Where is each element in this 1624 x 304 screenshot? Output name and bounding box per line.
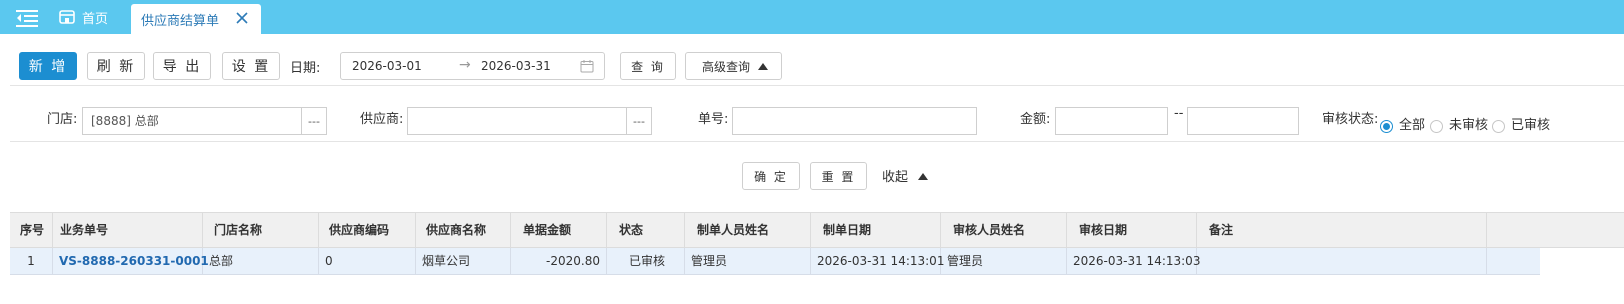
tab-home-label: 首页 xyxy=(82,11,109,27)
column-header[interactable]: 单据金额 xyxy=(511,213,607,248)
column-header[interactable]: 供应商名称 xyxy=(416,213,511,248)
caret-up-icon xyxy=(758,63,769,70)
audit-radio-all[interactable] xyxy=(1380,120,1393,133)
advanced-query-label: 高级查询 xyxy=(702,59,751,74)
confirm-button[interactable]: 确 定 xyxy=(742,162,800,190)
tab-home[interactable]: 首页 xyxy=(58,0,108,34)
audit-option-audited[interactable]: 已审核 xyxy=(1511,114,1550,133)
menu-collapse-icon[interactable] xyxy=(16,9,38,27)
supplier-picker-button[interactable]: --- xyxy=(627,107,652,135)
amount-label: 金额: xyxy=(1020,112,1051,127)
tab-active-label: 供应商结算单 xyxy=(141,13,220,29)
audit-option-unaudited[interactable]: 未审核 xyxy=(1449,114,1488,133)
cell-remark xyxy=(1197,248,1487,274)
column-header[interactable]: 审核日期 xyxy=(1067,213,1197,248)
cell-status: 已审核 xyxy=(607,248,685,274)
audit-radio-audited[interactable] xyxy=(1492,120,1505,133)
supplier-input[interactable] xyxy=(407,107,627,135)
order-no-input[interactable] xyxy=(732,107,977,135)
column-header[interactable]: 审核人员姓名 xyxy=(941,213,1067,248)
store-input[interactable]: [8888] 总部 xyxy=(82,107,302,135)
audit-option-all[interactable]: 全部 xyxy=(1399,114,1425,133)
column-header[interactable]: 状态 xyxy=(607,213,685,248)
amount-max-input[interactable] xyxy=(1187,107,1299,135)
cell-audit-date: 2026-03-31 14:13:03 xyxy=(1067,248,1200,274)
filter-actions: 确 定 重 置 收起 xyxy=(10,142,1624,212)
store-picker-button[interactable]: --- xyxy=(302,107,327,135)
toolbar: 新 增 刷 新 导 出 设 置 日期: 2026-03-01 → 2026-03… xyxy=(10,44,1624,86)
tab-bar: 首页 供应商结算单 xyxy=(0,0,1624,34)
audit-radio-unaudited[interactable] xyxy=(1430,120,1443,133)
cell-amount: -2020.80 xyxy=(511,248,607,274)
cell-supplier-code: 0 xyxy=(319,248,416,274)
column-header[interactable]: 制单日期 xyxy=(811,213,941,248)
order-no-label: 单号: xyxy=(698,112,729,127)
advanced-query-button[interactable]: 高级查询 xyxy=(685,52,782,80)
date-start[interactable]: 2026-03-01 xyxy=(352,59,422,73)
export-button[interactable]: 导 出 xyxy=(153,52,211,80)
cell-order-no[interactable]: VS-8888-260331-0001 xyxy=(53,248,209,274)
audit-status-label: 审核状态: xyxy=(1322,112,1379,127)
cell-auditor: 管理员 xyxy=(941,248,1067,274)
cell-created-date: 2026-03-31 14:13:01 xyxy=(811,248,944,274)
cell-supplier-name: 烟草公司 xyxy=(416,248,511,274)
settings-button[interactable]: 设 置 xyxy=(222,52,280,80)
column-header[interactable]: 制单人员姓名 xyxy=(685,213,811,248)
main-content: 新 增 刷 新 导 出 设 置 日期: 2026-03-01 → 2026-03… xyxy=(10,44,1624,304)
column-header[interactable]: 业务单号 xyxy=(53,213,203,248)
cell-index: 1 xyxy=(10,248,53,274)
refresh-button[interactable]: 刷 新 xyxy=(87,52,145,80)
reset-button[interactable]: 重 置 xyxy=(810,162,867,190)
tab-supplier-settlement[interactable]: 供应商结算单 xyxy=(131,4,261,34)
table-header: 序号 业务单号 门店名称 供应商编码 供应商名称 单据金额 状态 制单人员姓名 … xyxy=(10,212,1624,248)
cell-store-name: 总部 xyxy=(203,248,319,274)
collapse-toggle[interactable]: 收起 xyxy=(882,166,929,185)
date-end[interactable]: 2026-03-31 xyxy=(481,59,551,73)
column-header[interactable]: 备注 xyxy=(1197,213,1487,248)
close-icon[interactable] xyxy=(234,10,250,26)
cell-creator: 管理员 xyxy=(685,248,811,274)
column-header[interactable]: 供应商编码 xyxy=(319,213,416,248)
supplier-label: 供应商: xyxy=(360,112,404,127)
home-icon xyxy=(59,10,75,24)
advanced-filter-panel: 门店: [8888] 总部 --- 供应商: --- 单号: 金额: -- 审核… xyxy=(10,86,1624,142)
collapse-label: 收起 xyxy=(882,170,909,185)
caret-up-icon xyxy=(918,172,929,180)
add-button[interactable]: 新 增 xyxy=(19,52,77,80)
date-range-arrow: → xyxy=(459,57,471,73)
calendar-icon[interactable] xyxy=(580,59,594,73)
column-header[interactable]: 门店名称 xyxy=(203,213,319,248)
amount-min-input[interactable] xyxy=(1055,107,1168,135)
query-button[interactable]: 查 询 xyxy=(620,52,676,80)
table-row[interactable]: 1 VS-8888-260331-0001 总部 0 烟草公司 -2020.80… xyxy=(10,248,1540,275)
date-range-picker[interactable]: 2026-03-01 → 2026-03-31 xyxy=(340,52,605,80)
store-label: 门店: xyxy=(47,112,78,127)
date-label: 日期: xyxy=(290,61,321,76)
amount-separator: -- xyxy=(1174,106,1184,121)
column-header[interactable]: 序号 xyxy=(10,213,53,248)
